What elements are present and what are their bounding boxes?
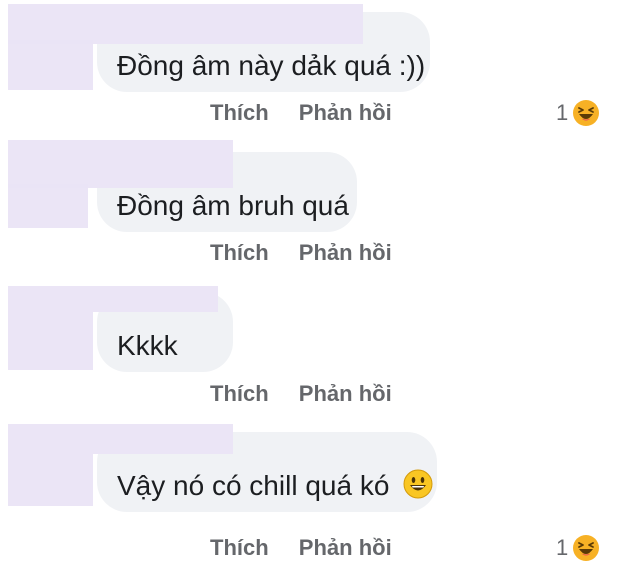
- redacted-name: [8, 424, 233, 454]
- comment-text: Vậy nó có chill quá kó: [117, 469, 433, 500]
- laughing-emoji-icon: [572, 99, 600, 127]
- comment-actions: Thích Phản hồi: [210, 381, 392, 411]
- redacted-name: [8, 286, 218, 312]
- comment-text: Đồng âm bruh quá: [117, 190, 349, 221]
- reaction-count: 1: [556, 100, 569, 125]
- like-button[interactable]: Thích: [210, 381, 269, 407]
- reaction-count: 1: [556, 535, 569, 560]
- comment-text-content: Vậy nó có chill quá kó: [117, 470, 390, 501]
- like-button[interactable]: Thích: [210, 535, 269, 561]
- reply-button[interactable]: Phản hồi: [299, 381, 392, 407]
- comment-text: Kkkk: [117, 330, 178, 361]
- smiling-emoji-icon: [403, 469, 433, 499]
- redacted-avatar: [8, 40, 93, 90]
- comment-actions: Thích Phản hồi: [210, 535, 392, 565]
- redacted-avatar: [8, 312, 93, 370]
- comment-actions: Thích Phản hồi: [210, 100, 392, 130]
- laughing-emoji-icon: [572, 534, 600, 562]
- comment-actions: Thích Phản hồi: [210, 240, 392, 270]
- like-button[interactable]: Thích: [210, 240, 269, 266]
- redacted-name: [8, 140, 233, 188]
- comment-thread: Đồng âm này dảk quá :)) Thích Phản hồi 1…: [0, 0, 620, 579]
- comment-text: Đồng âm này dảk quá :)): [117, 50, 426, 81]
- reaction-summary[interactable]: 1: [556, 533, 600, 563]
- redacted-name: [8, 4, 363, 44]
- reply-button[interactable]: Phản hồi: [299, 240, 392, 266]
- redacted-avatar: [8, 454, 93, 506]
- like-button[interactable]: Thích: [210, 100, 269, 126]
- reaction-summary[interactable]: 1: [556, 98, 600, 128]
- reply-button[interactable]: Phản hồi: [299, 535, 392, 561]
- reply-button[interactable]: Phản hồi: [299, 100, 392, 126]
- redacted-avatar: [8, 184, 88, 228]
